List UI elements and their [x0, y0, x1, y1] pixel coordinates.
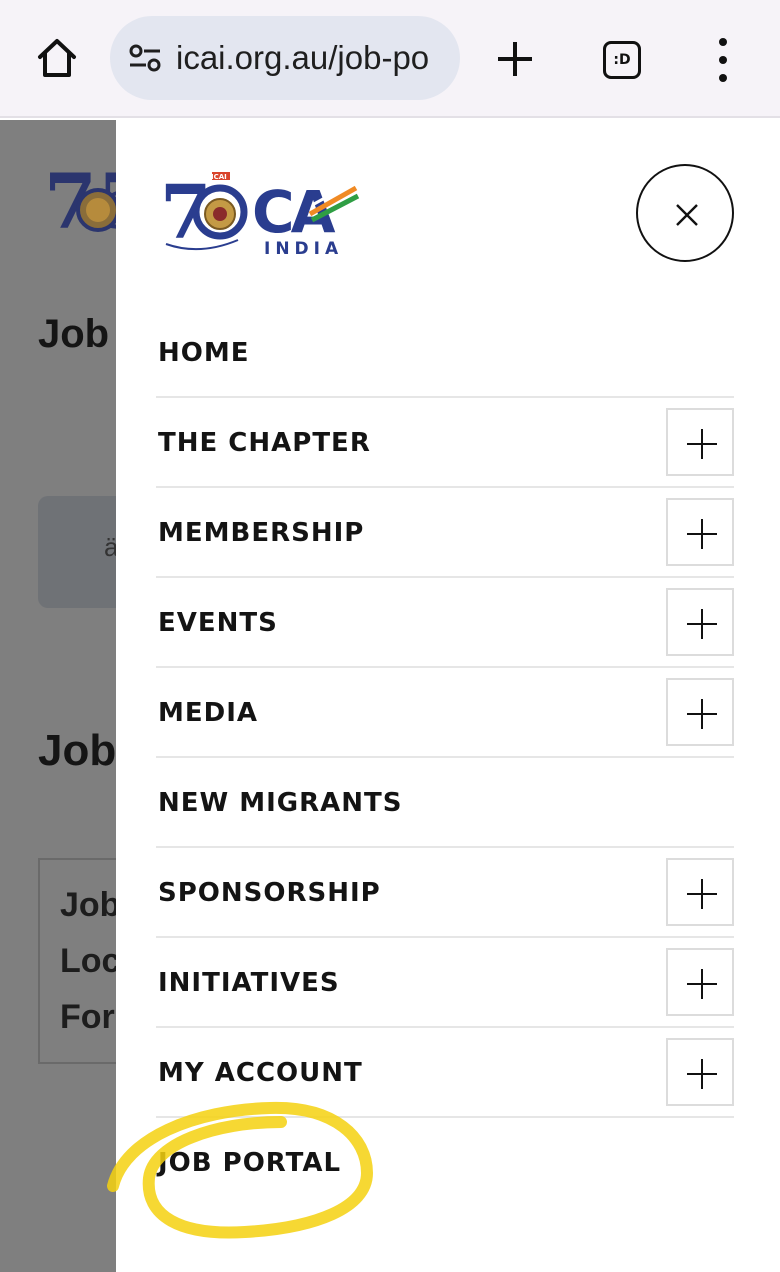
plus-icon: [687, 879, 717, 909]
nav-item-job-portal[interactable]: JOB PORTAL: [156, 1118, 734, 1208]
nav-item-media[interactable]: MEDIA: [156, 668, 734, 758]
address-bar[interactable]: icai.org.au/job-po: [110, 16, 460, 100]
expand-events-button[interactable]: [666, 588, 734, 656]
expand-my-account-button[interactable]: [666, 1038, 734, 1106]
nav-item-initiatives[interactable]: INITIATIVES: [156, 938, 734, 1028]
expand-membership-button[interactable]: [666, 498, 734, 566]
expand-sponsorship-button[interactable]: [666, 858, 734, 926]
tab-switcher-icon[interactable]: :D: [603, 41, 641, 79]
nav-item-membership[interactable]: MEMBERSHIP: [156, 488, 734, 578]
plus-icon: [687, 609, 717, 639]
nav-item-label[interactable]: SPONSORSHIP: [158, 876, 381, 910]
new-tab-button[interactable]: [494, 38, 536, 80]
home-button[interactable]: [34, 35, 80, 81]
nav-item-events[interactable]: EVENTS: [156, 578, 734, 668]
nav-item-label[interactable]: EVENTS: [158, 606, 278, 640]
home-icon: [38, 39, 76, 77]
background-job-line: For: [60, 998, 115, 1036]
nav-item-label[interactable]: NEW MIGRANTS: [158, 786, 403, 820]
plus-icon: [687, 519, 717, 549]
icai-ca-india-logo[interactable]: 7 ICAI CA INDIA: [160, 160, 370, 260]
nav-item-label[interactable]: MEMBERSHIP: [158, 516, 364, 550]
background-job-line: Job: [60, 886, 116, 924]
plus-icon: [687, 429, 717, 459]
expand-media-button[interactable]: [666, 678, 734, 746]
expand-the-chapter-button[interactable]: [666, 408, 734, 476]
plus-icon: [687, 1059, 717, 1089]
nav-item-the-chapter[interactable]: THE CHAPTER: [156, 398, 734, 488]
nav-item-sponsorship[interactable]: SPONSORSHIP: [156, 848, 734, 938]
background-logo: 75: [44, 157, 116, 246]
nav-item-label[interactable]: INITIATIVES: [158, 966, 340, 1000]
background-card: ä: [38, 496, 116, 608]
nav-item-my-account[interactable]: MY ACCOUNT: [156, 1028, 734, 1118]
background-heading: Job: [38, 312, 110, 356]
nav-item-label[interactable]: THE CHAPTER: [158, 426, 371, 460]
background-job-line: Loc: [60, 942, 116, 980]
plus-icon: [687, 699, 717, 729]
logo-badge-text: ICAI: [211, 173, 227, 181]
nav-item-label[interactable]: JOB PORTAL: [158, 1146, 341, 1180]
new-tab-icon: [498, 42, 532, 76]
background-page-overlay[interactable]: 75 Job ä Job Job Loc For: [0, 120, 116, 1272]
background-job-box: Job Loc For: [38, 858, 116, 1064]
nav-item-new-migrants[interactable]: NEW MIGRANTS: [156, 758, 734, 848]
svg-text:7: 7: [160, 170, 212, 256]
browser-toolbar: icai.org.au/job-po :D: [0, 0, 780, 118]
expand-initiatives-button[interactable]: [666, 948, 734, 1016]
more-menu-icon[interactable]: [714, 38, 732, 82]
plus-icon: [687, 969, 717, 999]
close-icon: [676, 204, 698, 226]
url-text[interactable]: icai.org.au/job-po: [176, 38, 456, 78]
logo-india-text: INDIA: [264, 239, 343, 259]
close-menu-button[interactable]: [636, 164, 734, 262]
site-info-icon[interactable]: [128, 44, 162, 72]
nav-item-label[interactable]: MEDIA: [158, 696, 258, 730]
background-heading-2: Job: [38, 726, 116, 775]
nav-item-home[interactable]: HOME: [156, 308, 734, 398]
main-nav-menu: HOME THE CHAPTER MEMBERSHIP EVENTS MEDIA: [156, 308, 734, 1208]
nav-item-label[interactable]: MY ACCOUNT: [158, 1056, 363, 1090]
navigation-drawer: 7 ICAI CA INDIA HOME THE CHAPTER MEMBERS…: [116, 120, 780, 1272]
background-card-text: ä: [104, 532, 116, 562]
nav-item-label[interactable]: HOME: [158, 336, 250, 370]
